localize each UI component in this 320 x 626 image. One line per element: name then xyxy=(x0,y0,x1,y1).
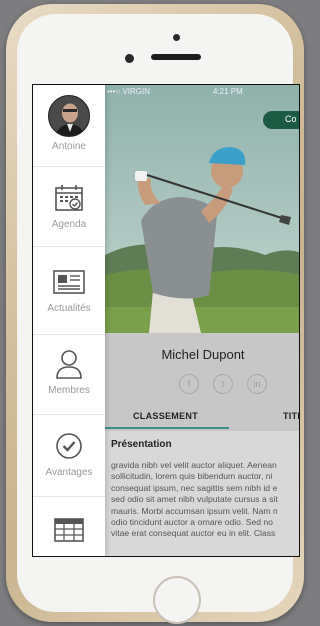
facebook-icon[interactable]: f xyxy=(179,374,199,394)
presentation-line: gravida nibh vel velit auctor aliquet. A… xyxy=(111,460,277,470)
status-bar: •••○ VIRGIN 4:21 PM xyxy=(105,87,299,99)
presentation-section: Présentation gravida nibh vel velit auct… xyxy=(105,431,299,556)
tab-classement[interactable]: CLASSEMENT xyxy=(133,411,198,421)
front-sensor xyxy=(173,34,180,41)
sidebar-item-label: Actualités xyxy=(47,303,91,314)
sidebar-item-membres[interactable]: Membres xyxy=(33,335,105,415)
avatar-photo xyxy=(49,96,89,136)
active-tab-indicator xyxy=(105,427,229,429)
presentation-line: sollicitudin, lorem quis bibendum auctor… xyxy=(111,471,273,482)
calendar-icon xyxy=(52,181,86,215)
profile-name: Michel Dupont xyxy=(161,347,245,362)
sidebar-item-actualites[interactable]: Actualités xyxy=(33,247,105,335)
phone-frame: Antoine Agenda Actualités Membres Avanta… xyxy=(6,4,304,624)
tab-bar: CLASSEMENT TITI xyxy=(105,405,299,431)
sidebar-item-label: Agenda xyxy=(51,219,87,230)
person-icon xyxy=(52,347,86,381)
linkedin-icon[interactable]: in xyxy=(247,374,267,394)
checkmark-circle-icon xyxy=(52,429,86,463)
presentation-line: vitae erat consequat auctor eu in elit. … xyxy=(111,528,276,539)
presentation-line: odio tincidunt auctor a ornare odio. Sed… xyxy=(111,517,273,528)
table-grid-icon xyxy=(52,513,86,547)
badge-label: Co xyxy=(285,114,297,124)
sidebar-item-avantages[interactable]: Avantages xyxy=(33,415,105,497)
sidebar-item-label: Avantages xyxy=(45,467,93,478)
status-time: 4:21 PM xyxy=(213,87,243,96)
sidebar-item-label: Membres xyxy=(48,385,90,396)
twitter-icon[interactable]: t xyxy=(213,374,233,394)
sidebar-item-table[interactable] xyxy=(33,497,105,556)
contact-badge-button[interactable]: Co xyxy=(263,111,299,129)
social-links: f t in xyxy=(179,374,267,394)
sidebar-item-agenda[interactable]: Agenda xyxy=(33,167,105,247)
sidebar-menu: Antoine Agenda Actualités Membres Avanta… xyxy=(33,85,105,556)
hero-image: •••○ VIRGIN 4:21 PM Co xyxy=(105,85,299,333)
presentation-line: consequat ipsum, nec sagittis sem nibh i… xyxy=(111,482,278,493)
presentation-line: mauris. Morbi accumsan ipsum velit. Nam … xyxy=(111,505,278,516)
earpiece-speaker xyxy=(151,54,201,60)
home-button[interactable] xyxy=(153,576,201,624)
section-heading: Présentation xyxy=(111,439,172,450)
tab-titres[interactable]: TITI xyxy=(283,411,299,421)
profile-view: •••○ VIRGIN 4:21 PM Co Michel Dupont f t… xyxy=(105,85,299,556)
sidebar-item-label: Antoine xyxy=(52,141,86,152)
presentation-line: sed odio sit amet nibh vulputate cursus … xyxy=(111,494,278,505)
newspaper-icon xyxy=(52,265,86,299)
sidebar-item-profile[interactable]: Antoine xyxy=(33,85,105,167)
app-screen: Antoine Agenda Actualités Membres Avanta… xyxy=(32,84,300,557)
avatar xyxy=(48,95,90,137)
status-carrier: •••○ VIRGIN xyxy=(107,87,151,96)
front-camera xyxy=(125,54,134,63)
